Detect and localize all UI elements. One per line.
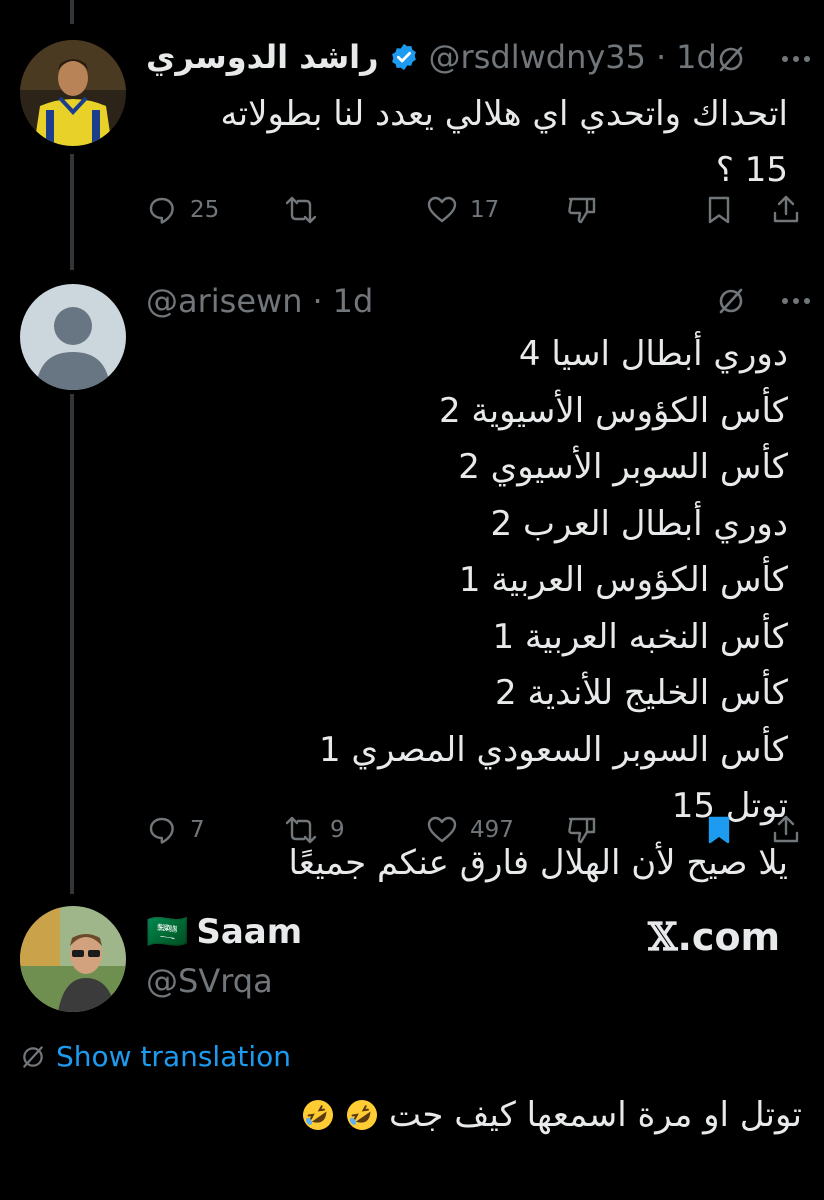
- verified-badge-icon: [391, 43, 416, 71]
- tweet1-text: اتحداك واتحدي اي هلالي يعدد لنا بطولاته …: [148, 86, 788, 198]
- tweet2-text-line: كأس النخبه العربية 1: [492, 616, 788, 657]
- tweet2-text-line: كأس السوبر السعودي المصري 1: [318, 729, 788, 770]
- tweet2-text-line: دوري أبطال العرب 2: [490, 503, 789, 544]
- reply-icon: [149, 817, 174, 844]
- tweet1-separator: ·: [656, 38, 667, 76]
- like-button[interactable]: 17: [426, 194, 499, 226]
- tweet1-handle[interactable]: @rsdlwdny35: [429, 38, 646, 76]
- tweet2-handle[interactable]: @arisewn: [146, 282, 302, 320]
- share-button[interactable]: [770, 194, 802, 226]
- show-translation-label: Show translation: [56, 1040, 292, 1073]
- tweet2-top-icons: [716, 286, 812, 316]
- tweet2-text-line: كأس الكؤوس الأسيوية 2: [438, 390, 788, 431]
- tweet2-text-line: كأس الكؤوس العربية 1: [458, 560, 788, 600]
- tweet1-time[interactable]: 1d: [676, 38, 717, 76]
- heart-icon: [427, 816, 457, 843]
- tweet1-display-name[interactable]: راشد الدوسري: [146, 38, 379, 76]
- tweet3-text: توتل او مرة اسمعها كيف جت: [301, 1090, 802, 1140]
- thread-line-top: [70, 0, 74, 24]
- tweet2-separator: ·: [312, 282, 323, 320]
- retweet-icon: [285, 196, 317, 224]
- bookmark-filled-icon: [708, 816, 730, 844]
- grok-slash-icon[interactable]: [716, 44, 746, 74]
- tweet1-top-icons: [716, 44, 812, 74]
- bookmark-icon: [708, 196, 730, 224]
- tweet3-name-label: Saam: [196, 912, 303, 952]
- like-count: 17: [470, 197, 500, 223]
- tweet2-time[interactable]: 1d: [333, 282, 374, 320]
- share-button[interactable]: [770, 814, 802, 846]
- tweet2-text-line: دوري أبطال اسيا 4: [518, 334, 788, 374]
- tweet2-text-line: كأس السوبر الأسيوي 2: [458, 447, 788, 487]
- saudi-flag-icon: 🇸🇦: [146, 912, 189, 952]
- show-translation-link[interactable]: Show translation: [20, 1040, 291, 1073]
- thumbs-down-icon: [568, 197, 596, 224]
- tweet3-handle[interactable]: @SVrqa: [146, 962, 273, 1000]
- reply-button[interactable]: 25: [146, 194, 219, 226]
- tweet3-text-body: توتل او مرة اسمعها كيف جت: [389, 1095, 802, 1135]
- avatar-svrqa[interactable]: [20, 906, 126, 1012]
- tweet1-text-line: 15 ؟: [715, 150, 788, 190]
- retweet-button[interactable]: [284, 194, 330, 226]
- tweet1-actions: 25 17: [146, 194, 806, 234]
- thread-line-2-3: [70, 394, 74, 894]
- reply-count: 25: [190, 197, 220, 223]
- reply-icon: [149, 197, 174, 224]
- share-icon: [773, 195, 799, 223]
- x-com-suffix: .com: [677, 915, 781, 959]
- avatar-rsdlwdny35[interactable]: [20, 40, 126, 146]
- dislike-button[interactable]: [566, 194, 598, 226]
- share-icon: [773, 815, 799, 843]
- heart-icon: [427, 196, 457, 223]
- tweet2-text-line: كأس الخليج للأندية 2: [495, 673, 788, 713]
- grok-slash-icon[interactable]: [716, 286, 746, 316]
- avatar-arisewn[interactable]: [20, 284, 126, 390]
- bookmark-button-active[interactable]: [704, 814, 734, 846]
- tweet2-header: @arisewn · 1d: [146, 282, 373, 320]
- tweet2-text: دوري أبطال اسيا 4 كأس الكؤوس الأسيوية 2 …: [148, 326, 788, 891]
- more-options-icon[interactable]: [780, 44, 812, 74]
- tweet3-display-name[interactable]: 🇸🇦 Saam: [146, 912, 302, 952]
- retweet-icon: [285, 816, 317, 844]
- tweet1-header: راشد الدوسري @rsdlwdny35 · 1d: [146, 38, 717, 76]
- thumbs-down-icon: [568, 817, 596, 844]
- retweet-count: 9: [330, 817, 345, 843]
- like-button[interactable]: 497: [426, 814, 514, 846]
- retweet-button[interactable]: 9: [284, 814, 345, 846]
- rofl-emoji-icon: [303, 1100, 333, 1130]
- thread-line-1-2: [70, 154, 74, 270]
- reply-button[interactable]: 7: [146, 814, 205, 846]
- reply-count: 7: [190, 817, 205, 843]
- dislike-button[interactable]: [566, 814, 598, 846]
- tweet1-text-line: اتحداك واتحدي اي هلالي يعدد لنا بطولاته: [220, 94, 788, 134]
- tweet2-actions: 7 9 497: [146, 814, 806, 854]
- x-logo: 𝕏: [648, 914, 678, 959]
- grok-slash-icon: [23, 1045, 43, 1068]
- more-options-icon[interactable]: [780, 286, 812, 316]
- x-com-watermark: 𝕏.com: [648, 914, 780, 959]
- bookmark-button[interactable]: [704, 194, 734, 226]
- rofl-emoji-icon: [347, 1100, 377, 1130]
- like-count: 497: [470, 817, 514, 843]
